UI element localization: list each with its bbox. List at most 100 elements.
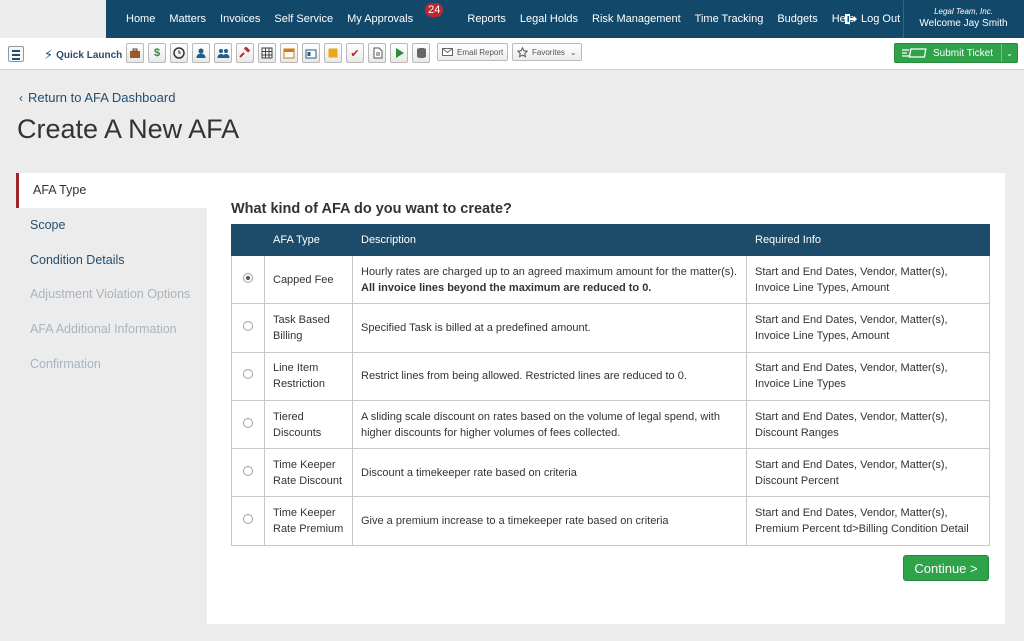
description-cell: Give a premium increase to a timekeeper … <box>352 496 747 546</box>
email-report-label: Email Report <box>457 47 504 57</box>
radio-button[interactable] <box>243 272 253 283</box>
database-icon[interactable] <box>412 43 430 63</box>
table-row[interactable]: Capped Fee Hourly rates are charged up to… <box>231 254 990 305</box>
submit-ticket-button[interactable]: Submit Ticket ⌄ <box>894 43 1018 63</box>
required-info-line: Start and End Dates, Vendor, Matter(s), <box>755 507 948 520</box>
step-afa-additional-information: AFA Additional Information <box>30 322 177 337</box>
nav-matters[interactable]: Matters <box>169 13 206 25</box>
description-text: Give a premium increase to a timekeeper … <box>361 515 669 528</box>
header-description: Description <box>352 224 747 256</box>
person-icon[interactable] <box>192 43 210 63</box>
play-icon[interactable] <box>390 43 408 63</box>
nav-links: Home Matters Invoices Self Service My Ap… <box>126 0 868 38</box>
envelope-icon <box>442 48 453 56</box>
required-info-line: Discount Ranges <box>755 426 839 439</box>
table-row[interactable]: Line Item Restriction Restrict lines from … <box>231 351 990 401</box>
required-info-cell: Start and End Dates, Vendor, Matter(s), D… <box>746 448 990 498</box>
favorites-button[interactable]: Favorites ⌄ <box>512 43 582 61</box>
nav-risk-management[interactable]: Risk Management <box>592 13 681 25</box>
afa-type-line: Time Keeper <box>273 458 336 471</box>
description-text: Discount a timekeeper rate based on crit… <box>361 466 577 479</box>
back-link[interactable]: ‹ Return to AFA Dashboard <box>19 90 175 105</box>
required-info-line: Invoice Line Types, Amount <box>755 329 890 342</box>
required-info-line: Start and End Dates, Vendor, Matter(s), <box>755 265 948 278</box>
radio-button[interactable] <box>243 465 253 476</box>
required-info-line: Invoice Line Types, Amount <box>755 281 890 294</box>
continue-button[interactable]: Continue > <box>903 555 989 581</box>
required-info-cell: Start and End Dates, Vendor, Matter(s), P… <box>746 496 990 546</box>
quick-launch[interactable]: ⚡︎ Quick Launch <box>44 47 122 63</box>
radio-button[interactable] <box>243 369 253 380</box>
gavel-icon[interactable] <box>236 43 254 63</box>
afa-type-line: Tiered <box>273 410 304 423</box>
radio-cell[interactable] <box>231 303 265 353</box>
nav-my-approvals[interactable]: My Approvals 24 <box>347 3 445 25</box>
logout-label: Log Out <box>861 13 901 25</box>
briefcase-icon[interactable] <box>126 43 144 63</box>
afa-type-line: Billing <box>273 329 303 342</box>
afa-type-cell: Line Item Restriction <box>264 351 353 401</box>
wizard-steps: AFA Type Scope Condition Details Adjustm… <box>16 173 207 381</box>
checkmark-icon[interactable]: ✔︎ <box>346 43 364 63</box>
grid-icon[interactable] <box>258 43 276 63</box>
required-info-cell: Start and End Dates, Vendor, Matter(s), I… <box>746 351 990 401</box>
welcome-text: Welcome Jay Smith <box>919 18 1008 29</box>
radio-button[interactable] <box>243 320 253 331</box>
chevron-down-icon: ⌄ <box>569 47 577 57</box>
radio-cell[interactable] <box>231 496 265 546</box>
radio-button[interactable] <box>243 514 253 525</box>
step-afa-type[interactable]: AFA Type <box>16 173 207 208</box>
logo-area <box>0 0 106 38</box>
required-info-line: Start and End Dates, Vendor, Matter(s), <box>755 410 948 423</box>
calendar-icon[interactable] <box>280 43 298 63</box>
logout-button[interactable]: Log Out <box>844 0 900 38</box>
table-row[interactable]: Task Based Billing Specified Task is bille… <box>231 303 990 353</box>
nav-reports[interactable]: Reports <box>467 13 506 25</box>
people-icon[interactable] <box>214 43 232 63</box>
nav-time-tracking[interactable]: Time Tracking <box>695 13 764 25</box>
nav-budgets[interactable]: Budgets <box>777 13 817 25</box>
required-info-cell: Start and End Dates, Vendor, Matter(s), D… <box>746 399 990 450</box>
card-icon[interactable] <box>302 43 320 63</box>
nav-home[interactable]: Home <box>126 13 155 25</box>
chevron-left-icon: ‹ <box>19 91 23 105</box>
nav-legal-holds[interactable]: Legal Holds <box>520 13 578 25</box>
afa-type-cell: Task Based Billing <box>264 303 353 353</box>
required-info-line: Discount Percent <box>755 474 839 487</box>
nav-self-service[interactable]: Self Service <box>274 13 333 25</box>
step-confirmation: Confirmation <box>30 356 101 371</box>
radio-cell[interactable] <box>231 448 265 498</box>
header-select <box>231 224 265 256</box>
step-condition-details[interactable]: Condition Details <box>16 242 207 277</box>
table-row[interactable]: Time Keeper Rate Premium Give a premium in… <box>231 496 990 546</box>
favorites-label: Favorites <box>532 47 565 57</box>
note-icon[interactable] <box>324 43 342 63</box>
document-icon[interactable] <box>368 43 386 63</box>
user-info[interactable]: Legal Team, Inc. Welcome Jay Smith <box>903 6 1024 31</box>
radio-cell[interactable] <box>231 351 265 401</box>
required-info-line: Premium Percent td>Billing Condition Det… <box>755 523 969 536</box>
description-cell: Restrict lines from being allowed. Restr… <box>352 351 747 401</box>
clock-icon[interactable] <box>170 43 188 63</box>
description-cell: Discount a timekeeper rate based on crit… <box>352 448 747 498</box>
afa-type-cell: Time Keeper Rate Discount <box>264 448 353 498</box>
menu-icon[interactable] <box>8 46 24 62</box>
lightning-icon: ⚡︎ <box>44 47 54 62</box>
afa-type-table: AFA Type Description Required Info Cappe… <box>231 224 990 546</box>
afa-type-cell: Capped Fee <box>264 254 353 305</box>
nav-invoices[interactable]: Invoices <box>220 13 260 25</box>
radio-cell[interactable] <box>231 399 265 450</box>
required-info-cell: Start and End Dates, Vendor, Matter(s), I… <box>746 303 990 353</box>
email-report-button[interactable]: Email Report <box>437 43 509 61</box>
description-bold-text: All invoice lines beyond the maximum are… <box>361 281 652 294</box>
nav-my-approvals-label: My Approvals <box>347 13 414 25</box>
table-row[interactable]: Tiered Discounts A sliding scale discount … <box>231 399 990 450</box>
table-row[interactable]: Time Keeper Rate Discount Discount a timek… <box>231 448 990 498</box>
description-cell: A sliding scale discount on rates based … <box>352 399 747 450</box>
afa-type-cell: Time Keeper Rate Premium <box>264 496 353 546</box>
radio-cell[interactable] <box>231 254 265 305</box>
radio-button[interactable] <box>243 417 253 428</box>
dollar-icon[interactable]: $ <box>148 43 166 63</box>
chevron-down-icon[interactable]: ⌄ <box>1001 44 1017 62</box>
step-scope[interactable]: Scope <box>16 208 207 243</box>
